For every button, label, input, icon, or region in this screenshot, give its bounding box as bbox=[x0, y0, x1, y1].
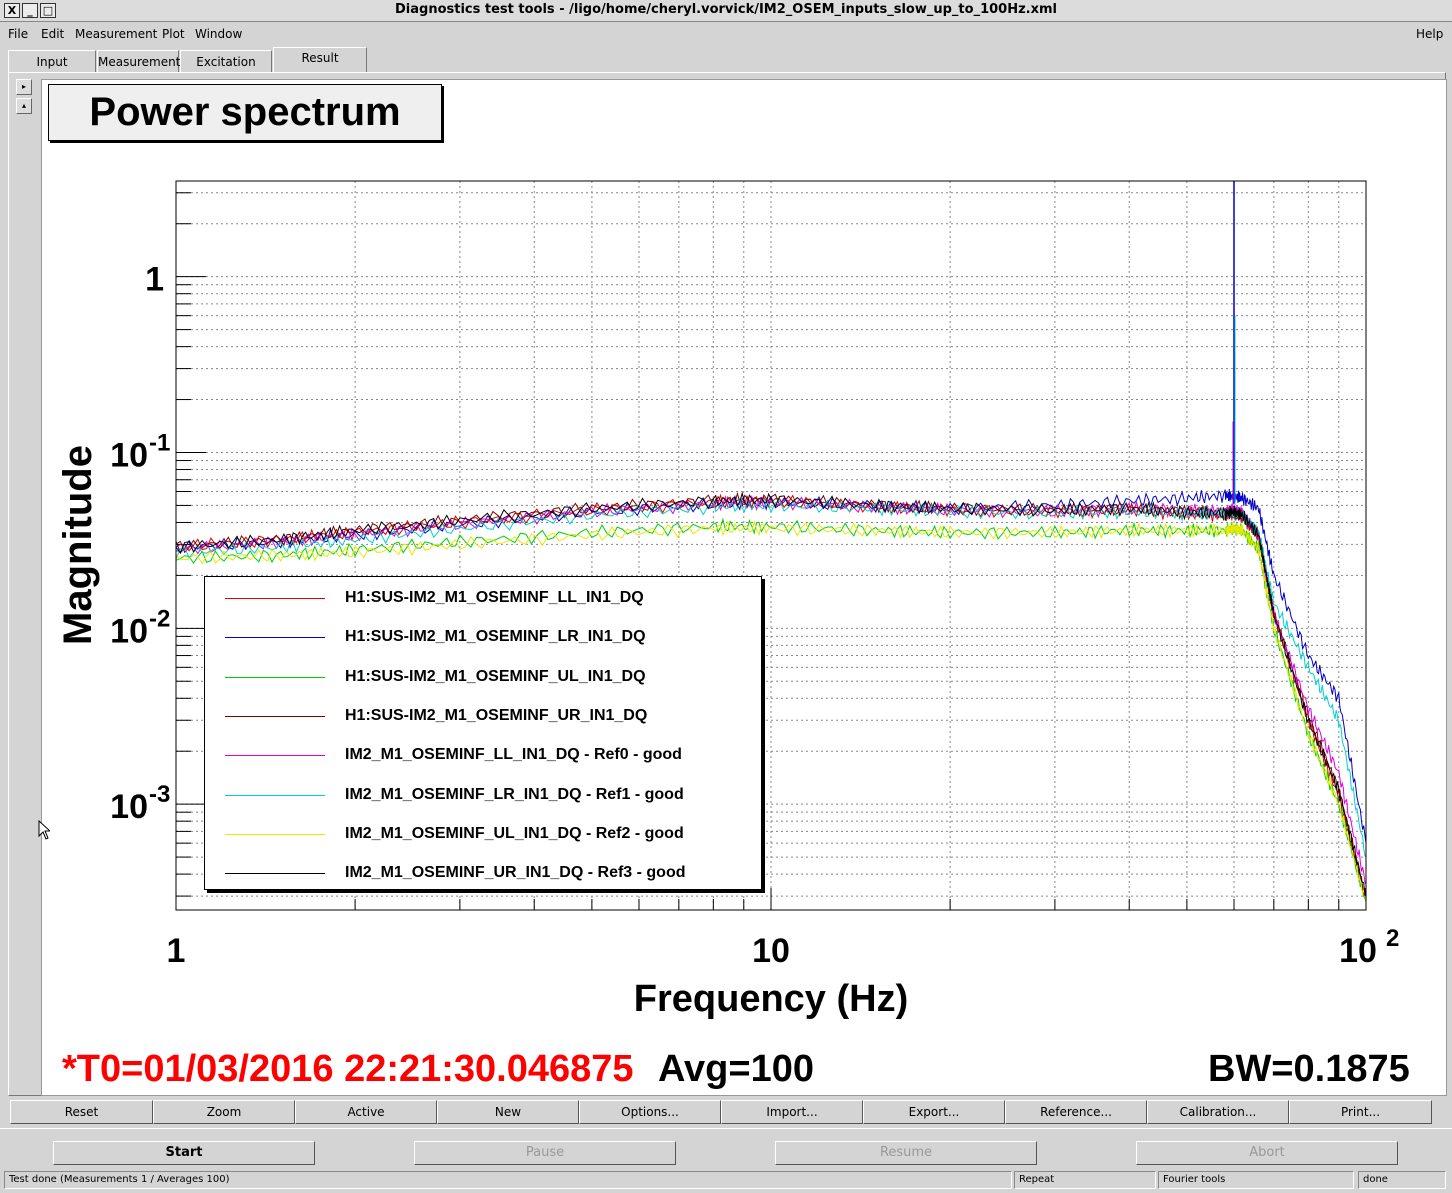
legend-item: IM2_M1_OSEMINF_UR_IN1_DQ - Ref3 - good bbox=[205, 858, 763, 888]
legend-item: IM2_M1_OSEMINF_LR_IN1_DQ - Ref1 - good bbox=[205, 780, 763, 810]
legend-item: IM2_M1_OSEMINF_LL_IN1_DQ - Ref0 - good bbox=[205, 740, 763, 770]
status-tool: Fourier tools bbox=[1158, 1171, 1354, 1189]
legend-label: IM2_M1_OSEMINF_LR_IN1_DQ - Ref1 - good bbox=[345, 786, 684, 803]
legend-item: H1:SUS-IM2_M1_OSEMINF_UL_IN1_DQ bbox=[205, 662, 763, 692]
status-message: Test done (Measurements 1 / Averages 100… bbox=[4, 1171, 1012, 1189]
status-bar: Test done (Measurements 1 / Averages 100… bbox=[0, 1170, 1452, 1190]
status-state: done bbox=[1358, 1171, 1446, 1189]
new-button[interactable]: New bbox=[437, 1100, 579, 1124]
y-tick-label: 10 bbox=[110, 788, 148, 826]
legend-swatch bbox=[225, 637, 325, 638]
legend-item: IM2_M1_OSEMINF_UL_IN1_DQ - Ref2 - good bbox=[205, 819, 763, 849]
y-axis-label: Magnitude bbox=[56, 445, 100, 645]
chart-title: Power spectrum bbox=[48, 84, 442, 141]
averages-count: Avg=100 bbox=[658, 1048, 814, 1090]
legend-item: H1:SUS-IM2_M1_OSEMINF_LR_IN1_DQ bbox=[205, 622, 763, 652]
legend-swatch bbox=[225, 677, 325, 678]
y-tick-label: 10 bbox=[110, 436, 148, 474]
legend-item: H1:SUS-IM2_M1_OSEMINF_UR_IN1_DQ bbox=[205, 701, 763, 731]
legend-swatch bbox=[225, 755, 325, 756]
pause-button[interactable]: Pause bbox=[414, 1141, 676, 1165]
export-button[interactable]: Export... bbox=[863, 1100, 1005, 1124]
y-tick-label: 1 bbox=[145, 261, 164, 299]
legend-swatch bbox=[225, 716, 325, 717]
plot-button-row: Reset Zoom Active New Options... Import.… bbox=[10, 1100, 1432, 1124]
resume-button[interactable]: Resume bbox=[775, 1141, 1037, 1165]
y-tick-exponent: -3 bbox=[149, 781, 170, 808]
mouse-pointer-icon bbox=[38, 820, 50, 840]
legend-label: H1:SUS-IM2_M1_OSEMINF_UL_IN1_DQ bbox=[345, 668, 646, 685]
print-button[interactable]: Print... bbox=[1289, 1100, 1432, 1124]
start-button[interactable]: Start bbox=[53, 1141, 315, 1165]
x-tick-label: 1 bbox=[167, 932, 186, 970]
t0-timestamp: *T0=01/03/2016 22:21:30.046875 bbox=[62, 1048, 634, 1090]
zoom-button[interactable]: Zoom bbox=[153, 1100, 295, 1124]
x-axis-label: Frequency (Hz) bbox=[633, 978, 909, 1020]
legend-label: IM2_M1_OSEMINF_LL_IN1_DQ - Ref0 - good bbox=[345, 746, 682, 763]
chart-legend: H1:SUS-IM2_M1_OSEMINF_LL_IN1_DQ H1:SUS-I… bbox=[204, 576, 762, 890]
options-button[interactable]: Options... bbox=[579, 1100, 721, 1124]
legend-label: H1:SUS-IM2_M1_OSEMINF_LR_IN1_DQ bbox=[345, 628, 646, 645]
legend-item: H1:SUS-IM2_M1_OSEMINF_LL_IN1_DQ bbox=[205, 583, 763, 613]
control-button-row: Start Pause Resume Abort bbox=[0, 1128, 1452, 1168]
calibration-button[interactable]: Calibration... bbox=[1147, 1100, 1289, 1124]
y-tick-label: 10 bbox=[110, 612, 148, 650]
import-button[interactable]: Import... bbox=[721, 1100, 863, 1124]
y-tick-exponent: -1 bbox=[149, 429, 170, 456]
reference-button[interactable]: Reference... bbox=[1005, 1100, 1147, 1124]
legend-swatch bbox=[225, 598, 325, 599]
legend-label: H1:SUS-IM2_M1_OSEMINF_LL_IN1_DQ bbox=[345, 589, 644, 606]
x-tick-exponent: 2 bbox=[1386, 925, 1399, 952]
y-tick-exponent: -2 bbox=[149, 605, 170, 632]
legend-swatch bbox=[225, 834, 325, 835]
status-mode: Repeat bbox=[1014, 1171, 1156, 1189]
active-button[interactable]: Active bbox=[295, 1100, 437, 1124]
abort-button[interactable]: Abort bbox=[1136, 1141, 1398, 1165]
x-tick-label: 10 bbox=[752, 932, 790, 970]
legend-label: IM2_M1_OSEMINF_UR_IN1_DQ - Ref3 - good bbox=[345, 864, 686, 881]
x-tick-label: 10 bbox=[1339, 932, 1377, 970]
legend-label: IM2_M1_OSEMINF_UL_IN1_DQ - Ref2 - good bbox=[345, 825, 684, 842]
legend-swatch bbox=[225, 795, 325, 796]
legend-swatch bbox=[225, 873, 325, 874]
legend-label: H1:SUS-IM2_M1_OSEMINF_UR_IN1_DQ bbox=[345, 707, 648, 724]
bandwidth-value: BW=0.1875 bbox=[1208, 1048, 1410, 1090]
reset-button[interactable]: Reset bbox=[10, 1100, 153, 1124]
